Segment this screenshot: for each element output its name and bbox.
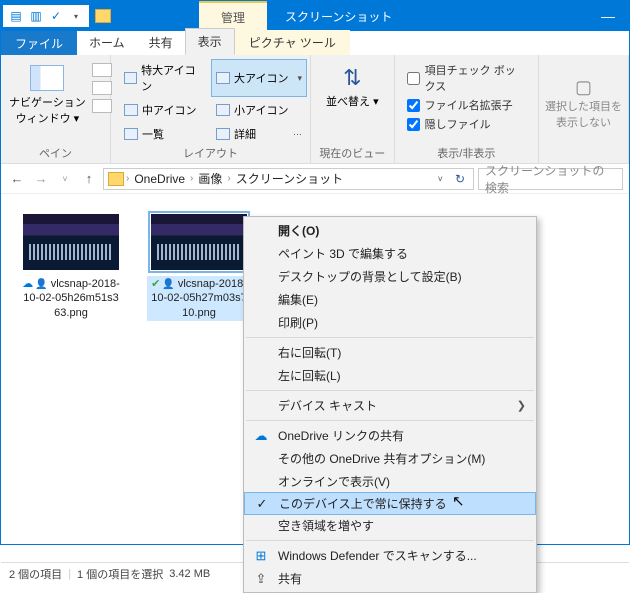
- window-title: スクリーンショット: [285, 8, 392, 25]
- tab-file[interactable]: ファイル: [1, 31, 77, 55]
- quick-access-toolbar: ▤ ▥ ✓ ▾: [3, 5, 89, 27]
- menu-rotate-left[interactable]: 左に回転(L): [244, 364, 536, 387]
- tab-home[interactable]: ホーム: [77, 30, 137, 55]
- status-size: 3.42 MB: [169, 568, 210, 580]
- ribbon: ナビゲーション ウィンドウ ▾ ペイン 特大アイコン 大アイコン▾ 中アイコン …: [1, 55, 629, 164]
- layout-medium[interactable]: 中アイコン: [119, 99, 207, 121]
- address-folder-icon: [108, 172, 124, 186]
- layout-details[interactable]: 詳細⋯: [211, 123, 307, 145]
- cloud-icon: ☁: [252, 428, 270, 444]
- menu-onedrive-more[interactable]: その他の OneDrive 共有オプション(M): [244, 447, 536, 470]
- nav-up[interactable]: ↑: [79, 171, 99, 186]
- menu-edit[interactable]: 編集(E): [244, 288, 536, 311]
- context-tab-manage[interactable]: 管理: [199, 1, 267, 31]
- layout-extra-large[interactable]: 特大アイコン: [119, 59, 207, 97]
- chevron-right-icon[interactable]: ›: [190, 173, 193, 184]
- app-icon: ▤: [7, 7, 25, 25]
- context-menu: 開く(O) ペイント 3D で編集する デスクトップの背景として設定(B) 編集…: [243, 216, 537, 593]
- chevron-right-icon[interactable]: ›: [126, 173, 129, 184]
- file-item-selected[interactable]: ✔👤 vlcsnap-2018-10-02-05h27m03s710.png: [147, 208, 251, 530]
- menu-always-keep[interactable]: ✓このデバイス上で常に保持する: [244, 492, 536, 515]
- person-icon: 👤: [35, 278, 47, 291]
- layout-small[interactable]: 小アイコン: [211, 99, 307, 121]
- menu-set-background[interactable]: デスクトップの背景として設定(B): [244, 265, 536, 288]
- group-current-view: ⇅ 並べ替え ▾ 現在のビュー: [311, 55, 395, 163]
- file-name: ☁👤 vlcsnap-2018-10-02-05h26m51s363.png: [19, 276, 123, 321]
- crumb-screenshots[interactable]: スクリーンショット: [233, 170, 346, 187]
- navigation-pane-button[interactable]: ナビゲーション ウィンドウ ▾: [9, 59, 86, 145]
- thumbnail: [151, 214, 247, 270]
- hide-selected-button: ▢ 選択した項目を 表示しない: [539, 55, 629, 163]
- menu-paint3d[interactable]: ペイント 3D で編集する: [244, 242, 536, 265]
- crumb-images[interactable]: 画像: [195, 170, 225, 187]
- sort-button[interactable]: 並べ替え ▾: [326, 93, 379, 109]
- check-icon: ✔: [151, 277, 160, 291]
- menu-separator: [246, 337, 534, 338]
- menu-view-online[interactable]: オンラインで表示(V): [244, 470, 536, 493]
- pane-options[interactable]: [92, 59, 112, 145]
- qat-dropdown-icon[interactable]: ▾: [67, 7, 85, 25]
- status-selected: 1 個の項目を選択: [77, 566, 163, 582]
- chevron-right-icon: ❯: [517, 399, 526, 412]
- chevron-right-icon[interactable]: ›: [227, 173, 230, 184]
- group-label-layout: レイアウト: [111, 145, 310, 161]
- group-layout: 特大アイコン 大アイコン▾ 中アイコン 小アイコン 一覧 詳細⋯ レイアウト: [111, 55, 311, 163]
- layout-large[interactable]: 大アイコン▾: [211, 59, 307, 97]
- status-item-count: 2 個の項目: [9, 566, 62, 582]
- crumb-onedrive[interactable]: OneDrive: [131, 172, 188, 186]
- menu-free-space[interactable]: 空き領域を増やす: [244, 514, 536, 537]
- ribbon-tabs: ファイル ホーム 共有 表示 ピクチャ ツール: [1, 31, 629, 55]
- nav-recent-dropdown[interactable]: ˅: [55, 174, 75, 184]
- checkbox-file-extensions[interactable]: ファイル名拡張子: [407, 97, 526, 113]
- address-dropdown-icon[interactable]: ˅: [432, 174, 449, 184]
- hide-selected-icon: ▢: [575, 77, 592, 98]
- search-input[interactable]: スクリーンショットの検索: [478, 168, 623, 190]
- menu-rotate-right[interactable]: 右に回転(T): [244, 341, 536, 364]
- navigation-pane-label: ナビゲーション ウィンドウ ▾: [9, 94, 86, 126]
- menu-separator: [246, 420, 534, 421]
- tab-picture-tools[interactable]: ピクチャ ツール: [235, 30, 350, 55]
- refresh-icon[interactable]: ↻: [451, 172, 469, 186]
- folder-icon: [95, 9, 111, 23]
- nav-forward[interactable]: →: [31, 171, 51, 186]
- file-item[interactable]: ☁👤 vlcsnap-2018-10-02-05h26m51s363.png: [19, 208, 123, 530]
- group-show-hide: 項目チェック ボックス ファイル名拡張子 隠しファイル 表示/非表示: [395, 55, 539, 163]
- menu-onedrive-share[interactable]: ☁OneDrive リンクの共有: [244, 424, 536, 447]
- checkbox-hidden-files[interactable]: 隠しファイル: [407, 116, 526, 132]
- group-label-show-hide: 表示/非表示: [395, 145, 538, 161]
- cloud-icon: ☁: [22, 277, 33, 291]
- shield-icon: ⊞: [252, 548, 270, 564]
- hide-selected-label: 選択した項目を 表示しない: [545, 98, 622, 130]
- share-icon: ⇪: [252, 571, 270, 587]
- checkbox-item-checkboxes[interactable]: 項目チェック ボックス: [407, 62, 526, 94]
- menu-open[interactable]: 開く(O): [244, 219, 536, 242]
- menu-separator: [246, 540, 534, 541]
- menu-share[interactable]: ⇪共有: [244, 567, 536, 590]
- menu-defender-scan[interactable]: ⊞Windows Defender でスキャンする...: [244, 544, 536, 567]
- minimize-button[interactable]: —: [587, 8, 629, 24]
- address-bar[interactable]: › OneDrive › 画像 › スクリーンショット ˅ ↻: [103, 168, 474, 190]
- menu-separator: [246, 390, 534, 391]
- file-name: ✔👤 vlcsnap-2018-10-02-05h27m03s710.png: [147, 276, 251, 321]
- person-icon: 👤: [162, 278, 174, 291]
- nav-back[interactable]: ←: [7, 171, 27, 186]
- sort-icon[interactable]: ⇅: [343, 65, 361, 91]
- address-bar-row: ← → ˅ ↑ › OneDrive › 画像 › スクリーンショット ˅ ↻ …: [1, 164, 629, 194]
- group-label-current-view: 現在のビュー: [311, 145, 394, 161]
- tab-share[interactable]: 共有: [137, 30, 185, 55]
- menu-cast[interactable]: デバイス キャスト❯: [244, 394, 536, 417]
- group-panes: ナビゲーション ウィンドウ ▾ ペイン: [1, 55, 111, 163]
- group-label-panes: ペイン: [1, 145, 110, 161]
- menu-print[interactable]: 印刷(P): [244, 311, 536, 334]
- layout-list[interactable]: 一覧: [119, 123, 207, 145]
- thumbnail: [23, 214, 119, 270]
- qat-item-1[interactable]: ▥: [27, 7, 45, 25]
- tab-view[interactable]: 表示: [185, 28, 235, 55]
- qat-item-2[interactable]: ✓: [47, 7, 65, 25]
- titlebar: ▤ ▥ ✓ ▾ 管理 スクリーンショット —: [1, 1, 629, 31]
- check-icon: ✓: [253, 496, 271, 512]
